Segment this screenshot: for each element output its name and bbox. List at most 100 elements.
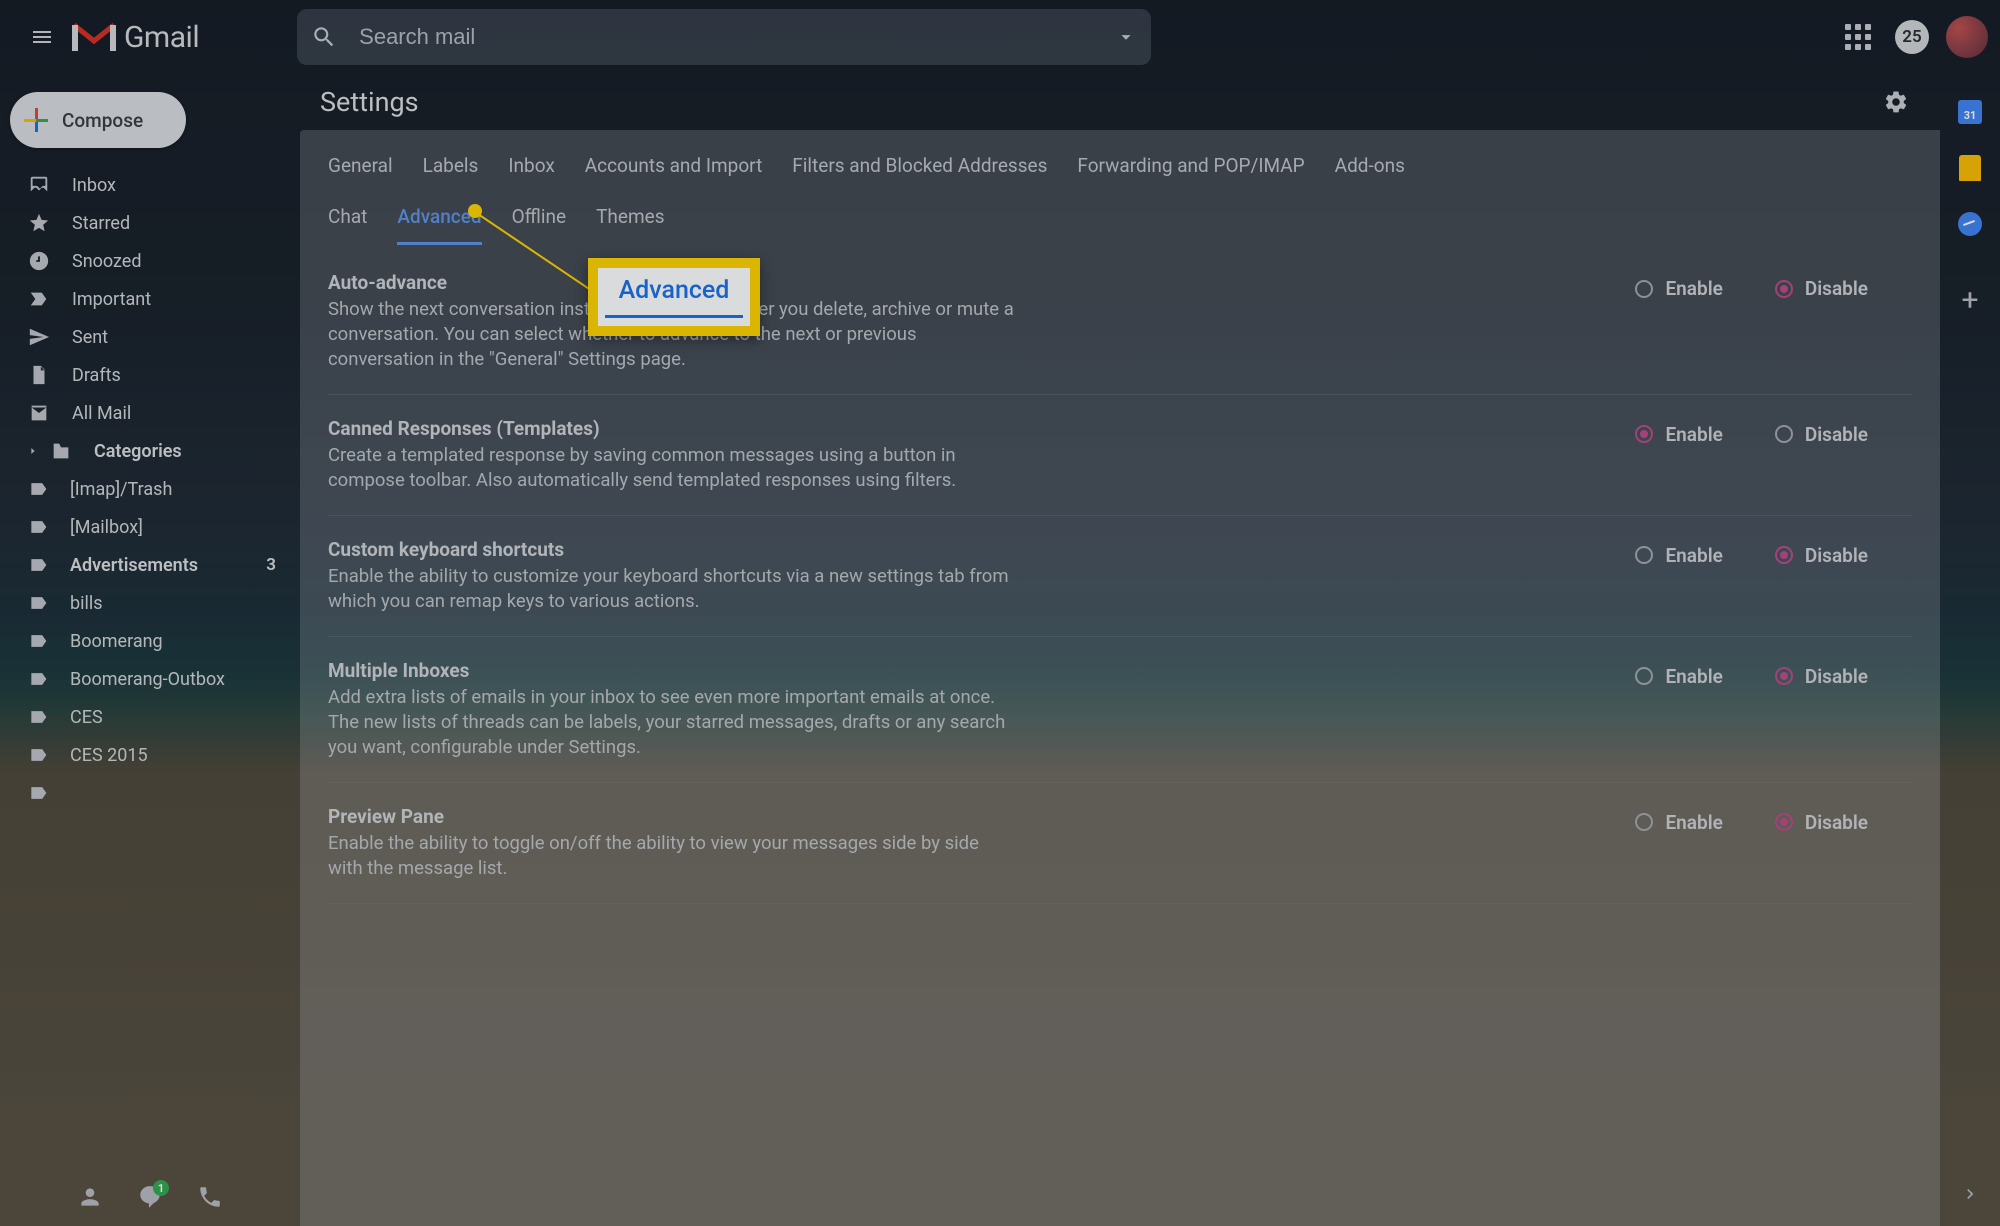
hangouts-contacts-button[interactable] [77, 1184, 103, 1214]
apps-grid-icon [1845, 24, 1871, 50]
setting-description: Create a templated response by saving co… [328, 443, 1018, 493]
enable-option[interactable]: Enable [1635, 423, 1722, 446]
cat-icon [50, 440, 72, 462]
disable-option[interactable]: Disable [1775, 277, 1868, 300]
enable-label: Enable [1665, 277, 1722, 300]
sidebar-item-boomerang[interactable]: Boomerang [0, 622, 300, 660]
main-menu-button[interactable] [18, 13, 66, 61]
sidebar-item-ces[interactable]: CES [0, 698, 300, 736]
account-avatar[interactable] [1946, 16, 1988, 58]
callout-anchor-dot [468, 204, 482, 218]
sidebar-item-bills[interactable]: bills [0, 584, 300, 622]
inbox-icon [28, 174, 50, 196]
hangouts-button[interactable]: 1 [137, 1184, 163, 1214]
sidebar-item-ces-2015[interactable]: CES 2015 [0, 736, 300, 774]
sidebar-item-categories[interactable]: Categories [0, 432, 300, 470]
tab-inbox[interactable]: Inbox [508, 148, 554, 191]
setting-preview: Preview PaneEnable the ability to toggle… [328, 783, 1912, 904]
gmail-logo-text: Gmail [124, 20, 199, 55]
label-icon [28, 707, 48, 727]
tab-general[interactable]: General [328, 148, 393, 191]
keep-addon[interactable] [1956, 154, 1984, 182]
notifications-button[interactable]: 25 [1888, 13, 1936, 61]
search-input[interactable] [337, 24, 1115, 50]
sidebar-item-drafts[interactable]: Drafts [0, 356, 300, 394]
setting-text: Custom keyboard shortcutsEnable the abil… [328, 538, 1018, 614]
sidebar-item-count: 3 [266, 555, 276, 575]
sidebar-item-label: Boomerang [70, 631, 163, 652]
settings-gear-button[interactable] [1872, 78, 1920, 126]
setting-text: Canned Responses (Templates) Create a tem… [328, 417, 1018, 493]
sidebar-item-blank[interactable] [0, 774, 300, 812]
radio-icon [1775, 667, 1793, 685]
sidebar-item-important[interactable]: Important [0, 280, 300, 318]
calendar-icon: 31 [1958, 100, 1982, 124]
label-icon [28, 631, 48, 651]
tab-forwarding-and-pop-imap[interactable]: Forwarding and POP/IMAP [1077, 148, 1304, 191]
sidebar-footer: 1 [0, 1172, 300, 1226]
sidebar-item-label: Inbox [72, 175, 116, 196]
disable-option[interactable]: Disable [1775, 811, 1868, 834]
search-icon [311, 24, 337, 50]
disable-label: Disable [1805, 423, 1868, 446]
tab-chat[interactable]: Chat [328, 199, 367, 245]
gmail-logo[interactable]: Gmail [72, 20, 199, 55]
sidebar-item-starred[interactable]: Starred [0, 204, 300, 242]
sidebar-item-label: Starred [72, 213, 130, 234]
disable-option[interactable]: Disable [1775, 544, 1868, 567]
collapse-panel-icon[interactable] [1960, 1184, 1980, 1204]
side-panel: 31 + [1940, 74, 2000, 1226]
tab-add-ons[interactable]: Add-ons [1335, 148, 1405, 191]
radio-icon [1635, 280, 1653, 298]
disable-option[interactable]: Disable [1775, 665, 1868, 688]
tab-themes[interactable]: Themes [596, 199, 664, 245]
sidebar-item-label: CES [70, 707, 103, 728]
disable-option[interactable]: Disable [1775, 423, 1868, 446]
hamburger-icon [30, 25, 54, 49]
sidebar-item--mailbox-[interactable]: [Mailbox] [0, 508, 300, 546]
tasks-addon[interactable] [1956, 210, 1984, 238]
enable-option[interactable]: Enable [1635, 811, 1722, 834]
google-apps-button[interactable] [1834, 13, 1882, 61]
label-icon [28, 783, 48, 803]
sidebar-item-inbox[interactable]: Inbox [0, 166, 300, 204]
radio-icon [1635, 813, 1653, 831]
search-options-icon[interactable] [1115, 24, 1137, 50]
sidebar-item-all-mail[interactable]: All Mail [0, 394, 300, 432]
sidebar-item-snoozed[interactable]: Snoozed [0, 242, 300, 280]
compose-label: Compose [62, 109, 143, 132]
sidebar-item-label: Important [72, 289, 151, 310]
tab-offline[interactable]: Offline [512, 199, 566, 245]
gear-icon [1883, 89, 1909, 115]
sidebar-item-sent[interactable]: Sent [0, 318, 300, 356]
phone-button[interactable] [197, 1184, 223, 1214]
sidebar-item-boomerang-outbox[interactable]: Boomerang-Outbox [0, 660, 300, 698]
tab-accounts-and-import[interactable]: Accounts and Import [585, 148, 763, 191]
get-addons-button[interactable]: + [1956, 286, 1984, 314]
sidebar-item-advertisements[interactable]: Advertisements3 [0, 546, 300, 584]
calendar-addon[interactable]: 31 [1956, 98, 1984, 126]
setting-options: Enable Disable [1635, 659, 1912, 760]
setting-description: Add extra lists of emails in your inbox … [328, 685, 1018, 760]
enable-option[interactable]: Enable [1635, 544, 1722, 567]
setting-title: Canned Responses (Templates) [328, 417, 1018, 440]
settings-header: Settings [300, 74, 1940, 130]
radio-icon [1635, 667, 1653, 685]
enable-label: Enable [1665, 811, 1722, 834]
compose-button[interactable]: Compose [10, 92, 186, 148]
keep-icon [1959, 155, 1981, 181]
label-icon [28, 479, 48, 499]
search-bar[interactable] [297, 9, 1151, 65]
disable-label: Disable [1805, 277, 1868, 300]
radio-icon [1775, 546, 1793, 564]
callout-label: Advanced [619, 276, 730, 305]
enable-option[interactable]: Enable [1635, 665, 1722, 688]
tab-filters-and-blocked-addresses[interactable]: Filters and Blocked Addresses [792, 148, 1047, 191]
tab-labels[interactable]: Labels [423, 148, 479, 191]
sidebar-item--imap-trash[interactable]: [Imap]/Trash [0, 470, 300, 508]
send-icon [28, 326, 50, 348]
main-content: Settings General Labels Inbox Accounts and … [300, 74, 1940, 1226]
enable-option[interactable]: Enable [1635, 277, 1722, 300]
callout-underline [605, 315, 743, 318]
settings-title: Settings [320, 86, 419, 118]
